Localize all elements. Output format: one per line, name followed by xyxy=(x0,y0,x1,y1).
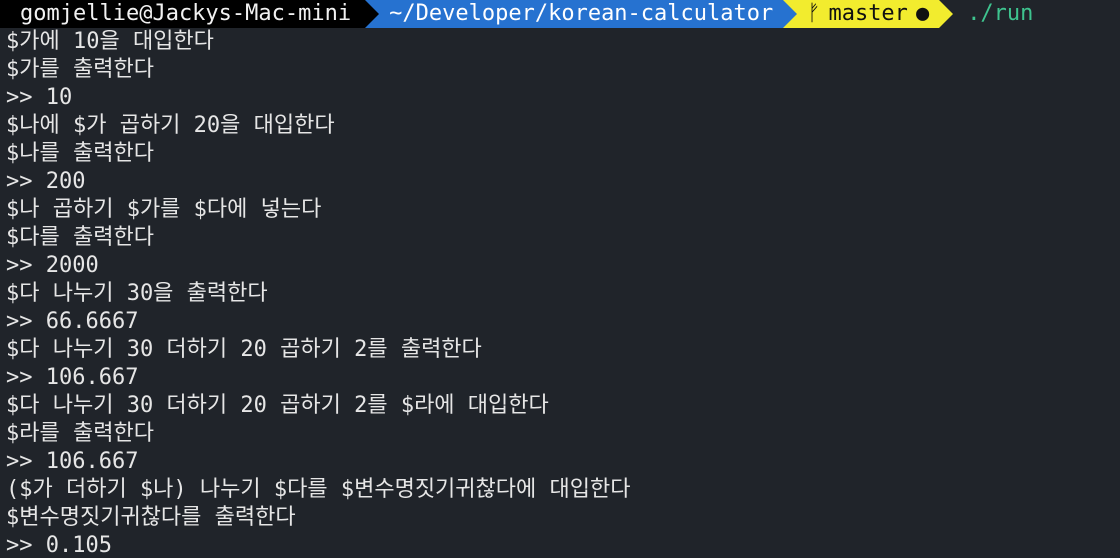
shell-prompt: gomjellie@Jackys-Mac-mini ~/Developer/ko… xyxy=(0,0,1120,28)
output-line: ($가 더하기 $나) 나누기 $다를 $변수명짓기귀찮다에 대입한다 xyxy=(6,477,631,502)
output-line: >> 10 xyxy=(6,85,73,110)
git-branch-icon: ᚠ xyxy=(807,1,821,26)
prompt-user-host: gomjellie@Jackys-Mac-mini xyxy=(20,1,352,26)
output-line: >> 2000 xyxy=(6,253,99,278)
prompt-git-segment: ᚠ master ● xyxy=(783,0,954,28)
output-line: >> 106.667 xyxy=(6,449,139,474)
output-line: $다를 출력한다 xyxy=(6,225,154,250)
output-line: $나 곱하기 $가를 $다에 넣는다 xyxy=(6,197,322,222)
output-line: $가에 10을 대입한다 xyxy=(6,29,214,54)
segment-separator-arrow xyxy=(939,0,954,28)
prompt-path: ~/Developer/korean-calculator xyxy=(389,1,774,26)
segment-separator-arrow xyxy=(365,0,380,28)
output-line: >> 0.105 xyxy=(6,533,112,558)
segment-separator-arrow xyxy=(783,0,798,28)
output-line: $다 나누기 30 더하기 20 곱하기 2를 $라에 대입한다 xyxy=(6,393,549,418)
output-line: $다 나누기 30을 출력한다 xyxy=(6,281,268,306)
prompt-path-segment: ~/Developer/korean-calculator xyxy=(365,0,798,28)
output-line: >> 106.667 xyxy=(6,365,139,390)
output-line: $변수명짓기귀찮다를 출력한다 xyxy=(6,505,296,530)
terminal-output: $가에 10을 대입한다 $가를 출력한다 >> 10 $나에 $가 곱하기 2… xyxy=(0,28,1120,558)
prompt-branch: master xyxy=(828,1,908,26)
terminal-window[interactable]: gomjellie@Jackys-Mac-mini ~/Developer/ko… xyxy=(0,0,1120,558)
output-line: $라를 출력한다 xyxy=(6,421,154,446)
output-line: $나를 출력한다 xyxy=(6,141,154,166)
prompt-user-host-segment: gomjellie@Jackys-Mac-mini xyxy=(0,0,380,28)
output-line: $다 나누기 30 더하기 20 곱하기 2를 출력한다 xyxy=(6,337,482,362)
output-line: >> 66.6667 xyxy=(6,309,139,334)
prompt-command: ./run xyxy=(967,1,1034,26)
output-line: $가를 출력한다 xyxy=(6,57,154,82)
dirty-dot-icon: ● xyxy=(915,1,930,26)
output-line: >> 200 xyxy=(6,169,86,194)
output-line: $나에 $가 곱하기 20을 대입한다 xyxy=(6,113,335,138)
